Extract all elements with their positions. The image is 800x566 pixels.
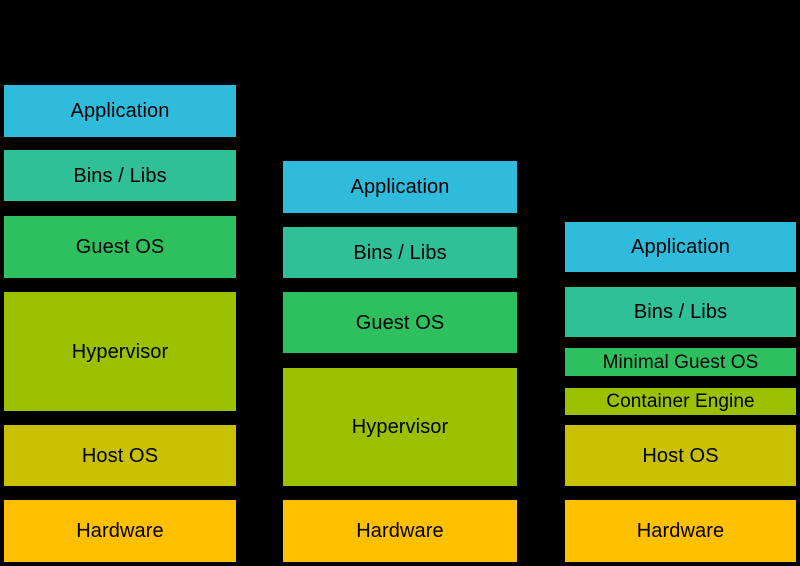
layer-box-application[interactable]: Application <box>4 85 236 137</box>
layer-label-host-os: Host OS <box>642 444 719 467</box>
layer-label-hypervisor: Hypervisor <box>71 340 169 363</box>
layer-box-hardware[interactable]: Hardware <box>283 500 517 562</box>
layer-box-hardware[interactable]: Hardware <box>4 500 236 562</box>
layer-box-guest-os[interactable]: Guest OS <box>283 292 517 353</box>
layer-label-hardware: Hardware <box>636 520 725 542</box>
layer-box-bins-libs[interactable]: Bins / Libs <box>4 150 236 201</box>
stack-column-3: Application Bins / Libs Minimal Guest OS Co… <box>565 0 796 566</box>
layer-label-host-os: Host OS <box>81 444 159 467</box>
layer-label-guest-os: Guest OS <box>75 236 165 258</box>
layer-label-bins-libs: Bins / Libs <box>73 164 167 187</box>
layer-box-hypervisor[interactable]: Hypervisor <box>283 368 517 486</box>
layer-label-application: Application <box>350 176 450 198</box>
layer-box-host-os[interactable]: Host OS <box>4 425 236 486</box>
layer-box-application[interactable]: Application <box>565 222 796 272</box>
layer-label-hardware: Hardware <box>356 520 444 542</box>
layer-label-hardware: Hardware <box>76 520 164 542</box>
diagram-canvas: Application Bins / Libs Guest OS Hypervisor… <box>0 0 800 566</box>
layer-box-hardware[interactable]: Hardware <box>565 500 796 562</box>
layer-label-container-engine: Container Engine <box>606 391 755 412</box>
layer-box-host-os[interactable]: Host OS <box>565 425 796 486</box>
layer-box-guest-os[interactable]: Guest OS <box>4 216 236 278</box>
layer-label-bins-libs: Bins / Libs <box>353 241 447 264</box>
layer-box-container-engine[interactable]: Container Engine <box>565 388 796 415</box>
layer-label-application: Application <box>631 236 730 258</box>
layer-label-guest-os: Guest OS <box>355 311 445 334</box>
stack-column-2: Application Bins / Libs Guest OS Hypervisor… <box>283 0 517 566</box>
layer-label-minimal-guest-os: Minimal Guest OS <box>602 351 759 373</box>
layer-box-hypervisor[interactable]: Hypervisor <box>4 292 236 411</box>
layer-label-bins-libs: Bins / Libs <box>633 301 728 323</box>
stack-column-1: Application Bins / Libs Guest OS Hypervisor… <box>4 0 236 566</box>
layer-box-bins-libs[interactable]: Bins / Libs <box>283 227 517 278</box>
layer-label-application: Application <box>70 100 170 122</box>
layer-box-minimal-guest-os[interactable]: Minimal Guest OS <box>565 348 796 376</box>
layer-label-hypervisor: Hypervisor <box>351 416 449 438</box>
layer-box-bins-libs[interactable]: Bins / Libs <box>565 287 796 337</box>
layer-box-application[interactable]: Application <box>283 161 517 213</box>
